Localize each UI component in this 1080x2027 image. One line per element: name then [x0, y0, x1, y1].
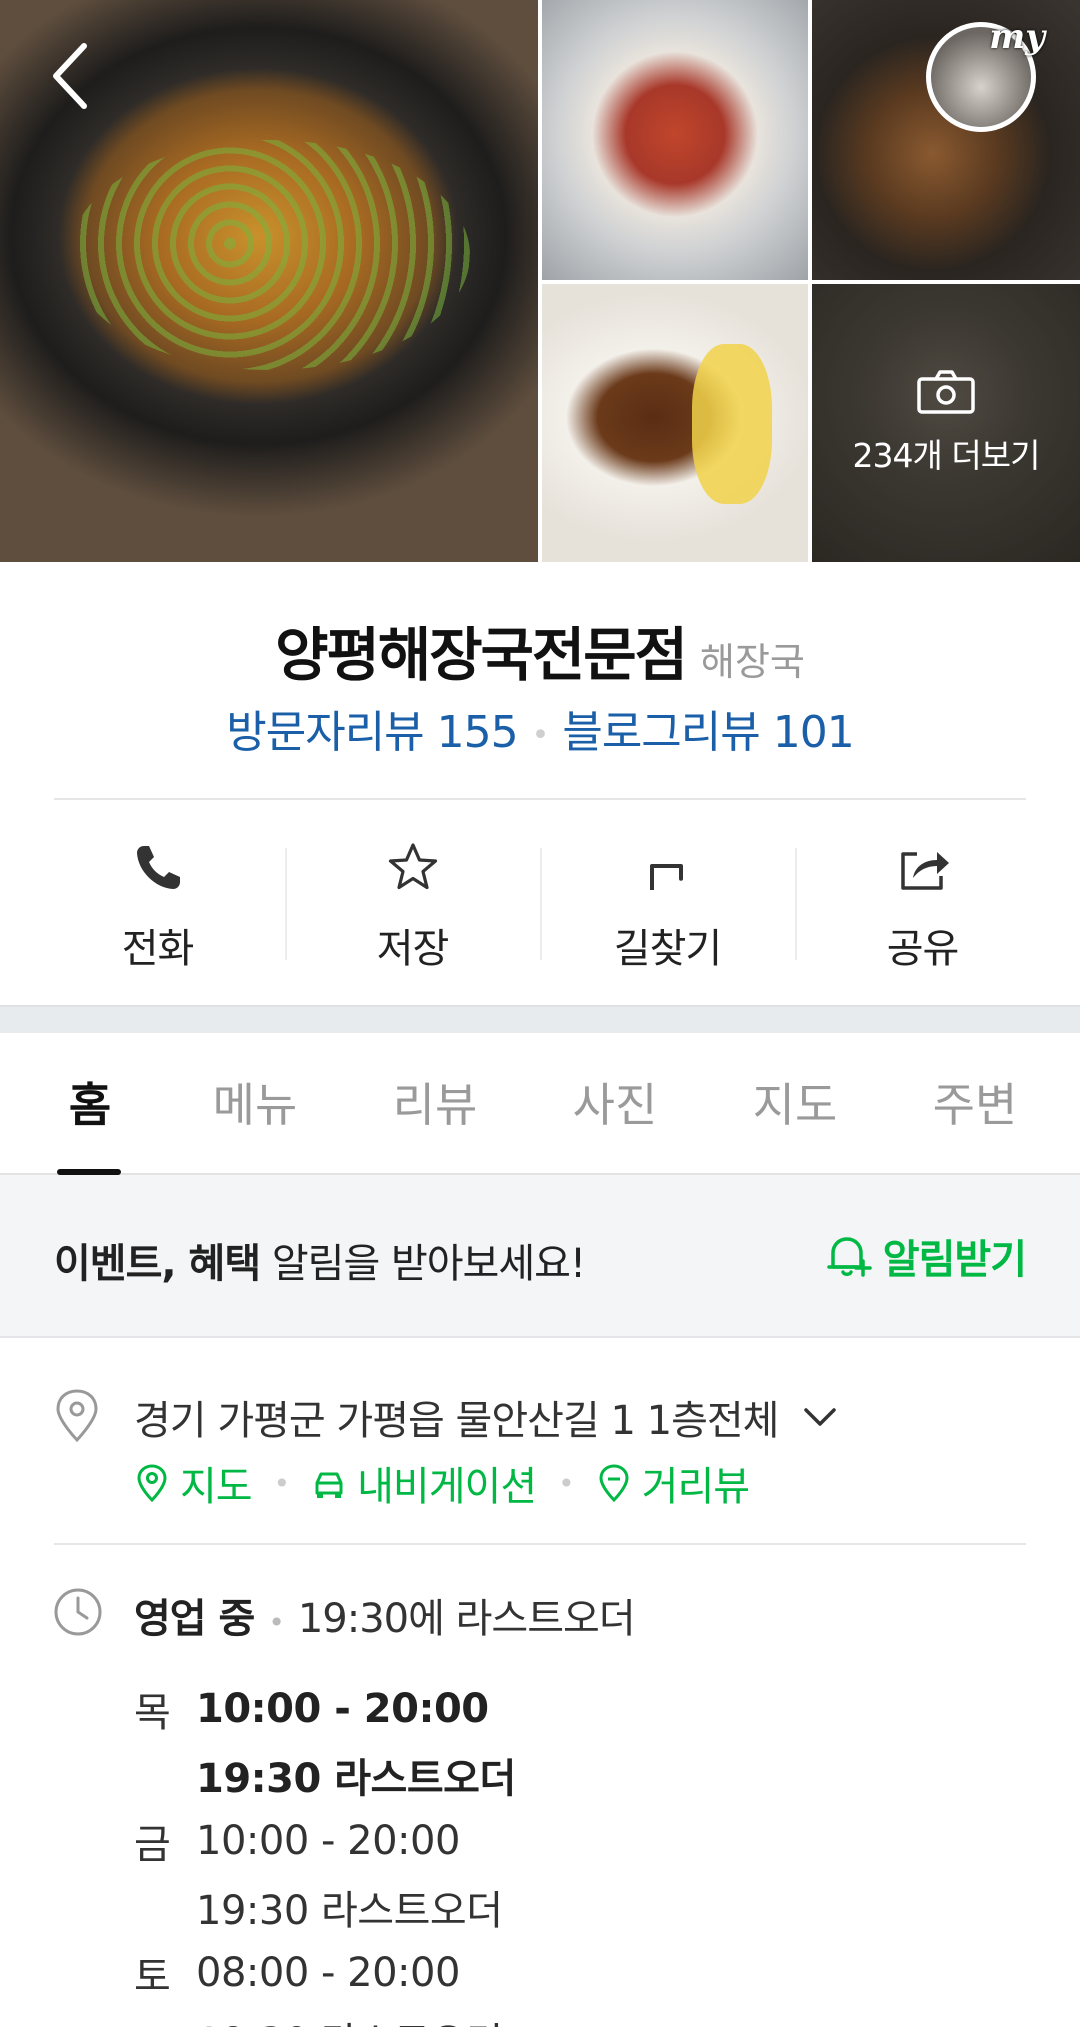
hours-row: 19:30 라스트오더: [134, 1874, 516, 1940]
location-pin-icon: [56, 1389, 98, 1443]
hours-row: 목 10:00 - 20:00: [134, 1676, 516, 1742]
tab-nearby[interactable]: 주변: [900, 1033, 1050, 1173]
hours-value: 08:00 - 20:00: [196, 1950, 460, 1996]
tab-menu[interactable]: 메뉴: [180, 1033, 330, 1173]
divider: [54, 1543, 1026, 1545]
last-order-note: 19:30에 라스트오더: [297, 1596, 636, 1642]
hours-value: 10:00 - 20:00: [196, 1818, 460, 1864]
subscribe-notification-button[interactable]: 알림받기: [823, 1227, 1027, 1285]
navigation-link-label: 내비게이션: [357, 1464, 537, 1510]
share-button[interactable]: 공유: [795, 820, 1050, 980]
hours-row: 19:30 라스트오더: [134, 1742, 516, 1808]
address-text: 경기 가평군 가평읍 물안산길 1 1층전체: [134, 1398, 779, 1444]
call-label: 전화: [121, 926, 195, 972]
tab-photo[interactable]: 사진: [540, 1033, 690, 1173]
map-link[interactable]: 지도: [134, 1454, 253, 1512]
notification-rest-text: 알림을 받아보세요!: [260, 1241, 586, 1287]
call-button[interactable]: 전화: [30, 820, 285, 980]
directions-icon: [649, 864, 683, 890]
street-view-link[interactable]: 거리뷰: [596, 1454, 750, 1512]
hours-row: 19:30 라스트오더: [134, 2006, 516, 2027]
bell-plus-icon: [827, 1237, 872, 1277]
chevron-down-icon[interactable]: [800, 1402, 840, 1432]
subscribe-notification-label: 알림받기: [882, 1237, 1027, 1283]
visitor-review-link[interactable]: 방문자리뷰 155: [226, 707, 518, 758]
place-title-row: 양평해장국전문점 해장국: [0, 608, 1080, 692]
camera-icon: [917, 370, 975, 414]
tab-bar: 홈 메뉴 리뷰 사진 지도 주변: [0, 1033, 1080, 1175]
street-view-link-label: 거리뷰: [641, 1464, 750, 1510]
directions-button[interactable]: 길찾기: [540, 820, 795, 980]
separator-dot: •: [531, 717, 550, 753]
reviews-row: 방문자리뷰 155 • 블로그리뷰 101: [0, 696, 1080, 760]
hours-row: 토 08:00 - 20:00: [134, 1940, 516, 2006]
my-badge-text: my: [989, 17, 1045, 57]
map-link-label: 지도: [180, 1464, 253, 1510]
hours-value: 19:30 라스트오더: [196, 1756, 516, 1802]
hours-day: 목: [134, 1690, 171, 1736]
business-status-row[interactable]: 영업 중 • 19:30에 라스트오더: [134, 1586, 636, 1644]
tab-home[interactable]: 홈: [30, 1033, 150, 1175]
hours-day: 금: [134, 1822, 171, 1868]
address-links: 지도 • 내비게이션 • 거리뷰: [134, 1454, 750, 1512]
chevron-left-icon: [53, 43, 87, 109]
hours-value: 19:30 라스트오더: [196, 1888, 503, 1934]
share-icon: [900, 852, 949, 890]
divider: [54, 798, 1026, 800]
photo-gallery: my 234개 더보기: [0, 0, 1080, 562]
place-category: 해장국: [700, 640, 805, 684]
my-profile-badge[interactable]: my: [926, 17, 1045, 132]
phone-icon: [136, 846, 180, 889]
tab-map[interactable]: 지도: [720, 1033, 870, 1173]
more-photos-label: 234개 더보기: [852, 436, 1041, 475]
hours-value: 19:30 라스트오더: [196, 2010, 503, 2027]
save-label: 저장: [376, 926, 450, 972]
share-label: 공유: [886, 926, 960, 972]
tab-review[interactable]: 리뷰: [360, 1033, 510, 1173]
photo-kimchi[interactable]: [542, 0, 808, 280]
separator-dot: •: [558, 1466, 574, 1500]
map-pin-icon: [137, 1464, 167, 1503]
blog-review-link[interactable]: 블로그리뷰 101: [562, 707, 854, 758]
star-icon: [388, 843, 437, 890]
hours-value: 10:00 - 20:00: [196, 1686, 489, 1732]
address-row[interactable]: 경기 가평군 가평읍 물안산길 1 1층전체: [134, 1388, 840, 1446]
car-icon: [315, 1472, 343, 1498]
notification-bold-text: 이벤트, 혜택: [54, 1241, 261, 1287]
action-bar: 전화 저장 길찾기 공유: [30, 820, 1050, 980]
hours-row: 금 10:00 - 20:00: [134, 1808, 516, 1874]
hours-day: 토: [134, 1954, 171, 2000]
place-name: 양평해장국전문점: [275, 621, 688, 689]
navigation-link[interactable]: 내비게이션: [311, 1454, 537, 1512]
separator-dot: •: [268, 1606, 284, 1639]
directions-label: 길찾기: [613, 926, 722, 972]
more-photos-button[interactable]: 234개 더보기: [812, 284, 1080, 562]
hours-list: 목 10:00 - 20:00 19:30 라스트오더 금 10:00 - 20…: [134, 1676, 516, 2027]
notification-text: 이벤트, 혜택 알림을 받아보세요!: [54, 1231, 586, 1289]
photo-hamburg-steak[interactable]: [542, 284, 808, 562]
street-view-pin-icon: [599, 1464, 629, 1503]
separator-dot: •: [273, 1466, 290, 1500]
business-status: 영업 중: [134, 1596, 255, 1642]
notification-banner: 이벤트, 혜택 알림을 받아보세요! 알림받기: [0, 1175, 1080, 1338]
section-gap: [0, 1005, 1080, 1033]
back-button[interactable]: [40, 36, 100, 116]
save-button[interactable]: 저장: [285, 820, 540, 980]
clock-icon: [54, 1588, 102, 1636]
